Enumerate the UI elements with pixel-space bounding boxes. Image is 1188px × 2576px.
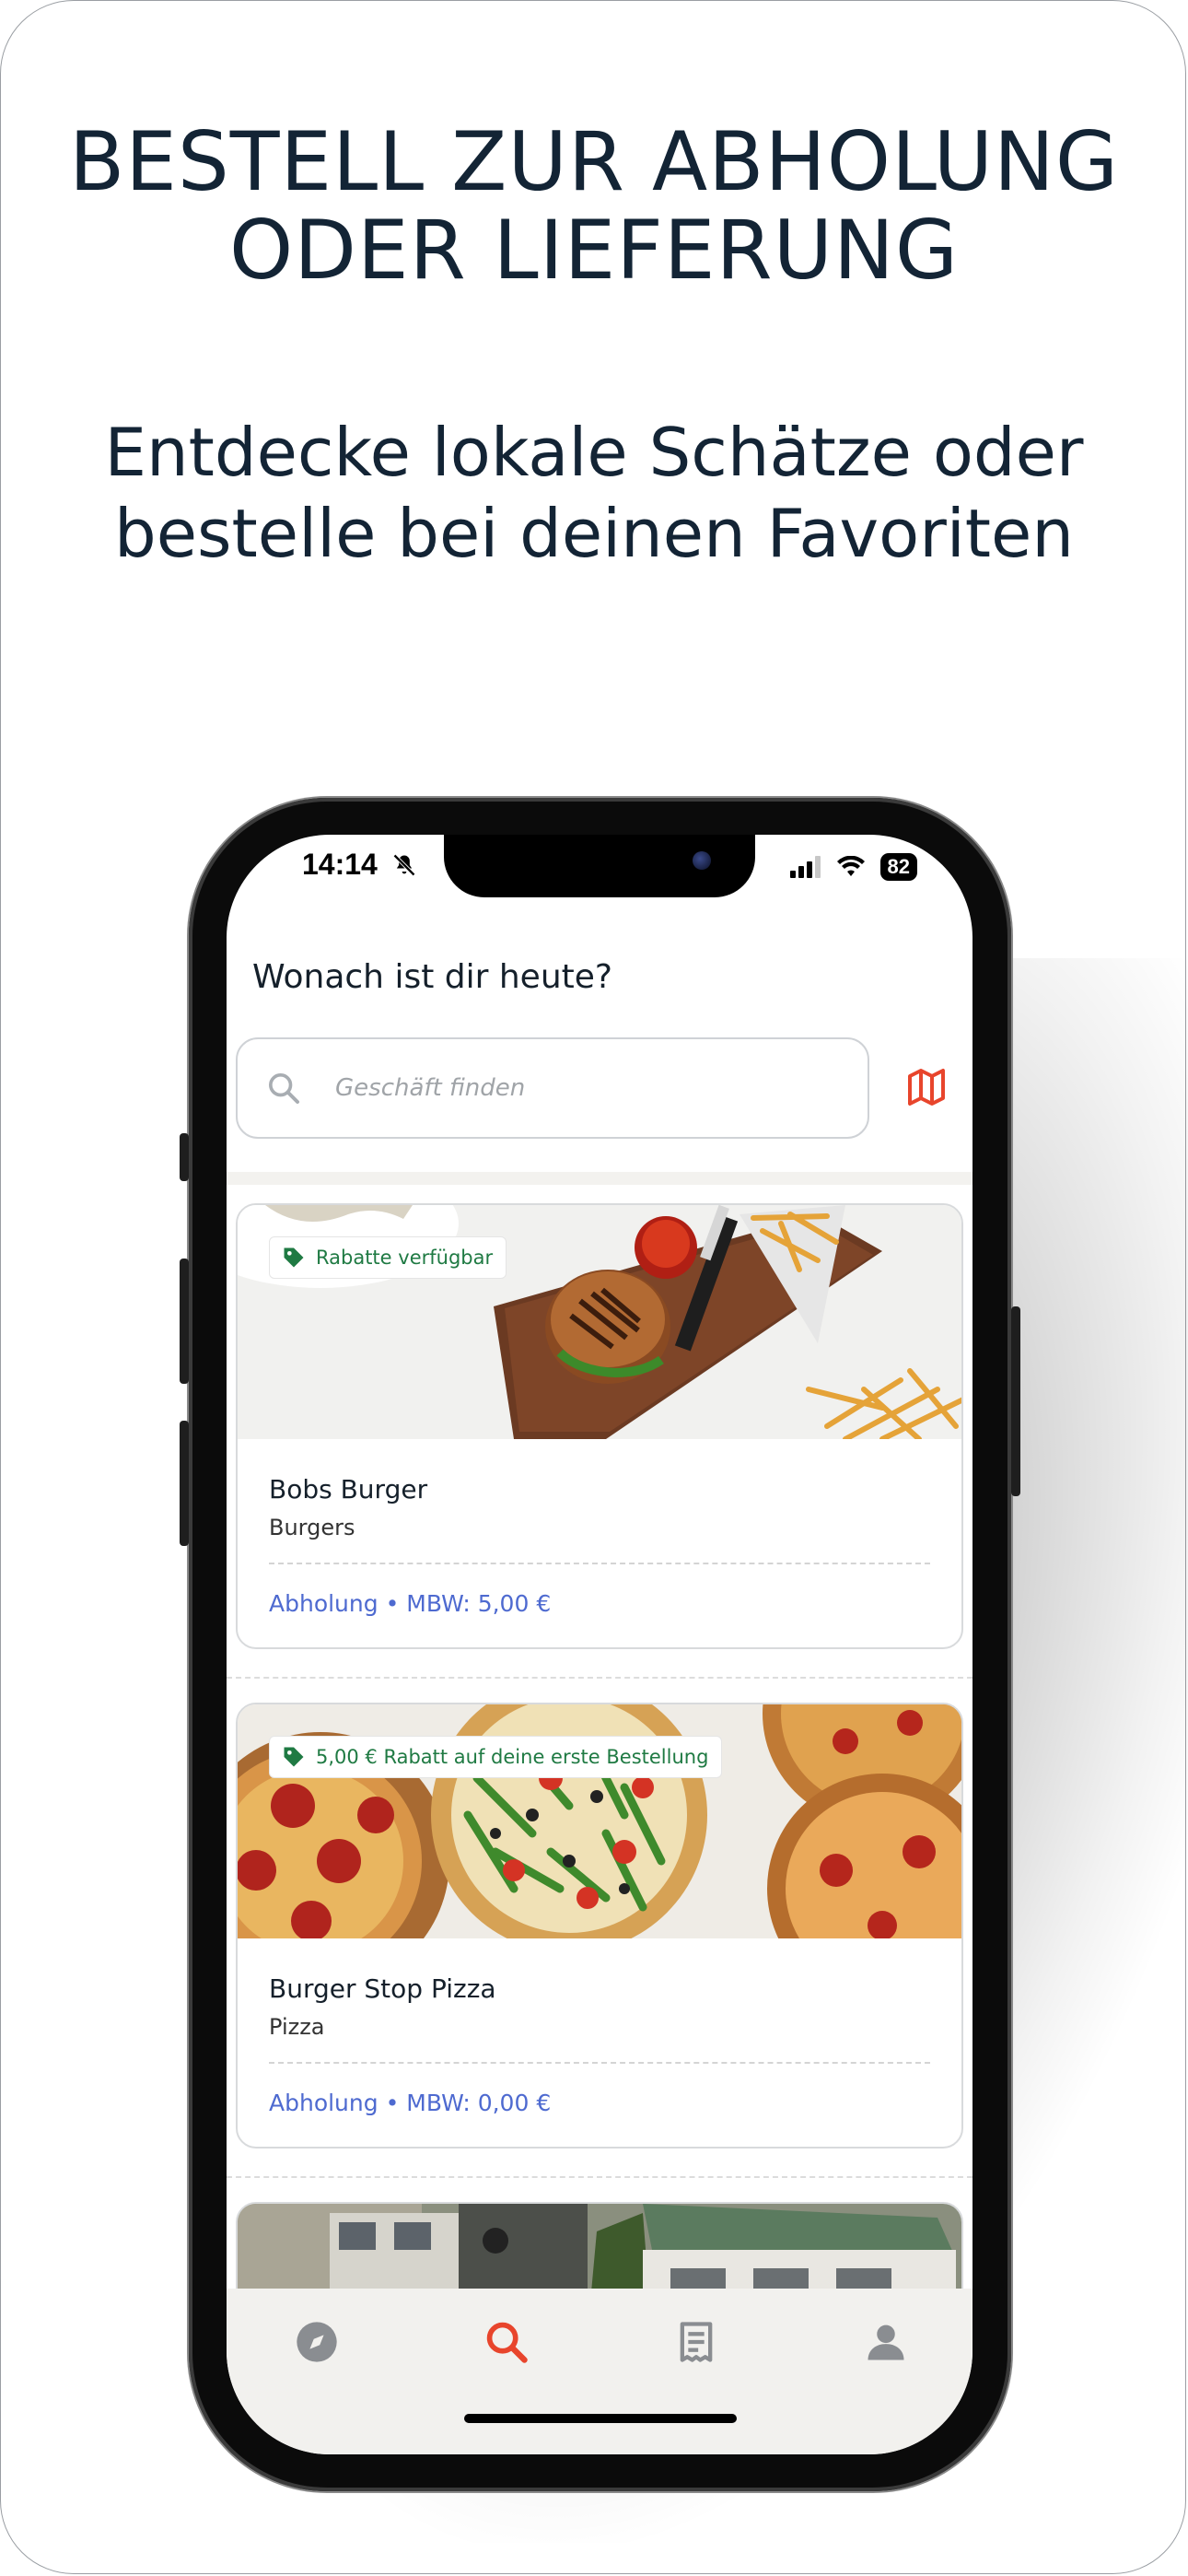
subheadline-line-2: bestelle bei deinen Favoriten bbox=[114, 495, 1074, 572]
store-meta: Abholung • MBW: 5,00 € bbox=[269, 1590, 552, 1617]
status-time-label: 14:14 bbox=[302, 848, 378, 881]
front-camera bbox=[693, 851, 711, 870]
store-card[interactable]: 5,00 € Rabatt auf deine erste Bestellung… bbox=[236, 1703, 963, 2149]
store-name: Burger Stop Pizza bbox=[269, 1973, 496, 2004]
side-button-silent bbox=[180, 1133, 189, 1181]
bottom-tab-bar bbox=[227, 2289, 973, 2454]
signal-icon bbox=[789, 856, 821, 878]
store-category: Pizza bbox=[269, 2014, 325, 2040]
section-divider bbox=[227, 1172, 973, 1185]
battery-level: 82 bbox=[887, 855, 910, 878]
search-tab-icon[interactable] bbox=[483, 2318, 530, 2366]
side-button-power bbox=[1011, 1306, 1020, 1496]
receipt-icon[interactable] bbox=[672, 2318, 720, 2366]
card-divider bbox=[227, 1677, 973, 1679]
search-icon bbox=[269, 1073, 299, 1104]
card-divider bbox=[227, 2176, 973, 2178]
side-button-volume-down bbox=[180, 1421, 189, 1546]
headline-line-2: ODER LIEFERUNG bbox=[228, 203, 960, 298]
wifi-icon bbox=[836, 856, 865, 876]
search-input[interactable] bbox=[333, 1073, 816, 1103]
store-meta: Abholung • MBW: 0,00 € bbox=[269, 2090, 552, 2116]
card-separator bbox=[269, 2062, 930, 2064]
status-indicators: 82 bbox=[789, 853, 917, 881]
marketing-subheadline: Entdecke lokale Schätze oder bestelle be… bbox=[0, 412, 1188, 574]
card-separator bbox=[269, 1563, 930, 1564]
store-name: Bobs Burger bbox=[269, 1474, 428, 1505]
battery-icon: 82 bbox=[879, 853, 917, 881]
map-icon[interactable] bbox=[904, 1065, 949, 1109]
discount-badge: Rabatte verfügbar bbox=[269, 1236, 507, 1279]
subheadline-line-1: Entdecke lokale Schätze oder bbox=[104, 414, 1084, 491]
discount-badge: 5,00 € Rabatt auf deine erste Bestellung bbox=[269, 1736, 723, 1778]
bell-slash-icon bbox=[392, 854, 415, 876]
side-button-volume-up bbox=[180, 1259, 189, 1384]
tag-icon bbox=[284, 1247, 304, 1268]
badge-label: Rabatte verfügbar bbox=[316, 1247, 494, 1269]
status-time: 14:14 bbox=[302, 848, 417, 882]
dynamic-notch bbox=[444, 835, 755, 897]
home-indicator bbox=[464, 2414, 737, 2423]
greeting-title: Wonach ist dir heute? bbox=[252, 958, 613, 996]
store-card[interactable]: Rabatte verfügbar Bobs Burger Burgers Ab… bbox=[236, 1203, 963, 1649]
badge-label: 5,00 € Rabatt auf deine erste Bestellung bbox=[316, 1746, 709, 1768]
phone-screen: 14:14 82 Wonach ist dir heute? Geschäft … bbox=[227, 835, 973, 2454]
headline-line-1: BESTELL ZUR ABHOLUNG bbox=[68, 114, 1120, 209]
tag-icon bbox=[284, 1747, 304, 1767]
store-category: Burgers bbox=[269, 1515, 355, 1540]
search-bar[interactable] bbox=[236, 1037, 869, 1139]
marketing-headline: BESTELL ZUR ABHOLUNG ODER LIEFERUNG bbox=[0, 118, 1188, 295]
compass-icon[interactable] bbox=[293, 2318, 341, 2366]
user-icon[interactable] bbox=[862, 2318, 910, 2366]
